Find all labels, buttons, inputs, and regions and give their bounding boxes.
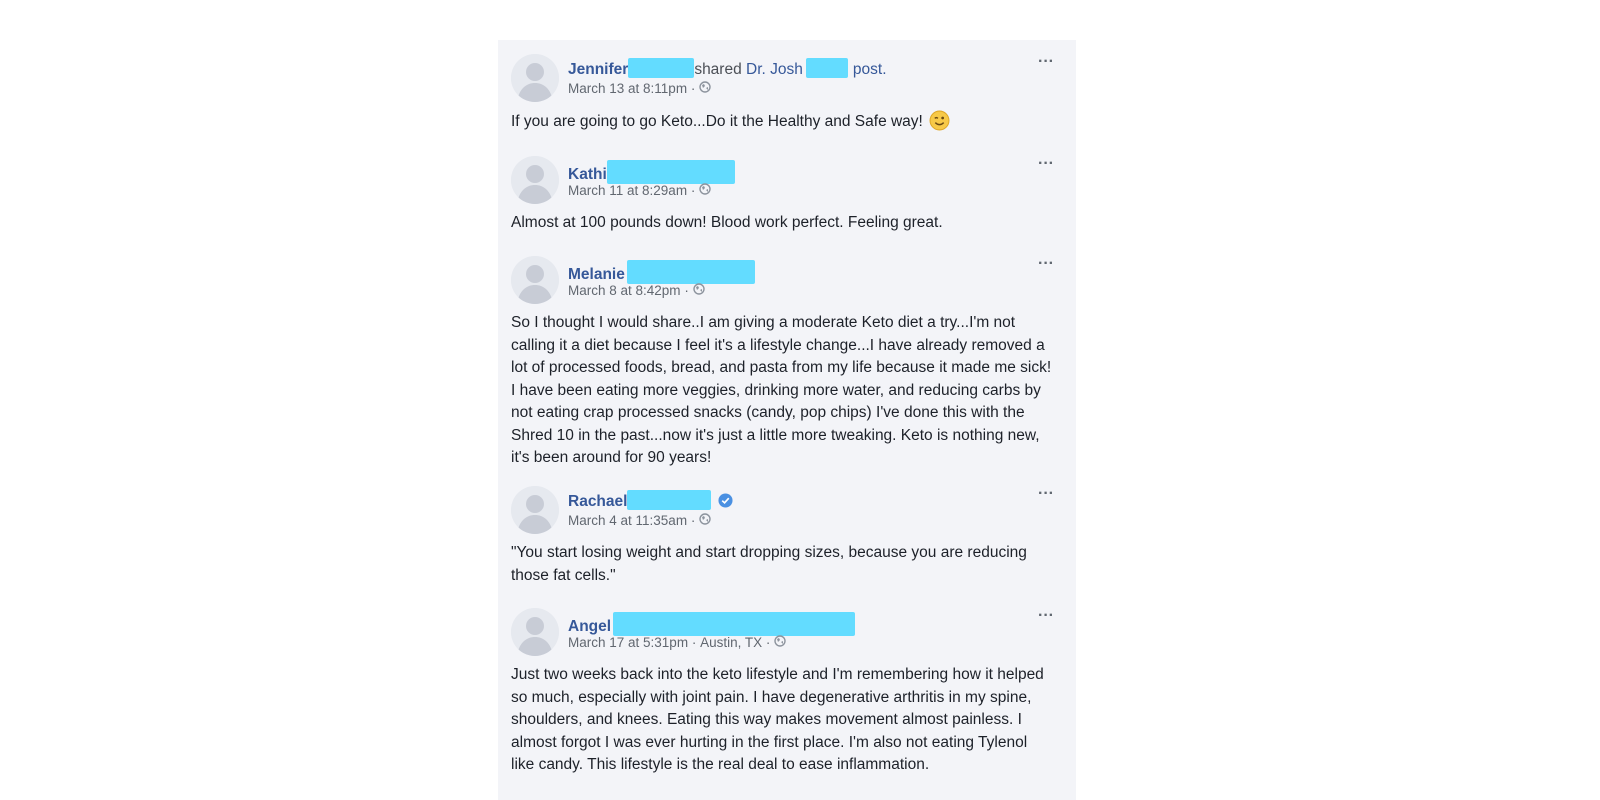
post-body: Just two weeks back into the keto lifest… [511,666,1044,773]
meta-separator: · [690,183,696,198]
feed-post: Rachael March 4 at 11:35am · ··· "You st… [498,472,1076,594]
post-meta: March 11 at 8:29am · [568,183,712,198]
post-meta: March 8 at 8:42pm · [568,283,705,298]
redaction-bar [627,490,712,510]
post-body: Almost at 100 pounds down! Blood work pe… [511,214,943,231]
redaction-bar [628,58,695,78]
post-header: Rachael [568,490,733,513]
profile-avatar[interactable] [511,608,559,656]
post-meta: March 4 at 11:35am · [568,513,712,528]
profile-avatar[interactable] [511,54,559,102]
post-header: Jennifer shared Dr. Josh post. [568,58,887,79]
feed-post: Melanie March 8 at 8:42pm · ··· So I tho… [498,242,1076,472]
default-avatar-icon [511,608,559,656]
author-name[interactable]: Kathi [568,166,607,183]
post-header: Kathi [568,160,735,184]
globe-icon [699,183,712,198]
post-header: Melanie [568,260,755,284]
meta-separator: · [690,513,696,528]
globe-icon [699,81,712,96]
redaction-bar [626,260,755,284]
default-avatar-icon [511,486,559,534]
redaction-bar [805,58,848,78]
default-avatar-icon [511,54,559,102]
post-text: If you are going to go Keto...Do it the … [511,113,923,130]
author-name[interactable]: Melanie [568,266,625,283]
post-meta: March 13 at 8:11pm · [568,81,712,96]
feed-post: Angel March 17 at 5:31pm · Austin, TX · … [498,594,1076,800]
default-avatar-icon [511,256,559,304]
meta-separator: · [690,81,696,96]
feed: Jennifer shared Dr. Josh post. March 13 at… [498,40,1076,800]
post-header: Angel [568,612,856,636]
globe-icon [693,283,705,298]
winking-face-icon [929,110,950,139]
post-meta: March 17 at 5:31pm · Austin, TX · [568,635,787,650]
post-link[interactable]: post. [853,61,887,78]
post-body: "You start losing weight and start dropp… [511,544,1027,584]
timestamp[interactable]: March 17 at 5:31pm [568,635,688,650]
post-body: So I thought I would share..I am giving … [511,314,1052,466]
redaction-bar [606,160,735,184]
feed-post: Jennifer shared Dr. Josh post. March 13 at… [498,40,1076,142]
author-name[interactable]: Jennifer [568,61,628,78]
timestamp[interactable]: March 13 at 8:11pm [568,81,687,96]
profile-avatar[interactable] [511,486,559,534]
post-body: If you are going to go Keto...Do it the … [511,110,1052,139]
more-options-icon[interactable]: ··· [1038,255,1054,273]
shared-text: shared [694,61,742,78]
profile-avatar[interactable] [511,156,559,204]
location[interactable]: Austin, TX [700,635,762,650]
meta-separator: · [765,635,771,650]
feed-post: Kathi March 11 at 8:29am · ··· Almost at… [498,142,1076,242]
verified-badge-icon [718,493,733,513]
meta-separator: · [691,635,697,650]
profile-avatar[interactable] [511,256,559,304]
globe-icon [774,635,787,650]
default-avatar-icon [511,156,559,204]
meta-separator: · [684,283,689,298]
shared-page-link[interactable]: Dr. Josh [746,61,803,78]
more-options-icon[interactable]: ··· [1038,607,1054,625]
timestamp[interactable]: March 4 at 11:35am [568,513,687,528]
globe-icon [699,513,712,528]
more-options-icon[interactable]: ··· [1038,155,1054,173]
timestamp[interactable]: March 11 at 8:29am [568,183,687,198]
more-options-icon[interactable]: ··· [1038,485,1054,503]
author-name[interactable]: Rachael [568,493,627,510]
timestamp[interactable]: March 8 at 8:42pm [568,283,681,298]
author-name[interactable]: Angel [568,618,611,635]
redaction-bar [613,612,856,636]
more-options-icon[interactable]: ··· [1038,53,1054,71]
